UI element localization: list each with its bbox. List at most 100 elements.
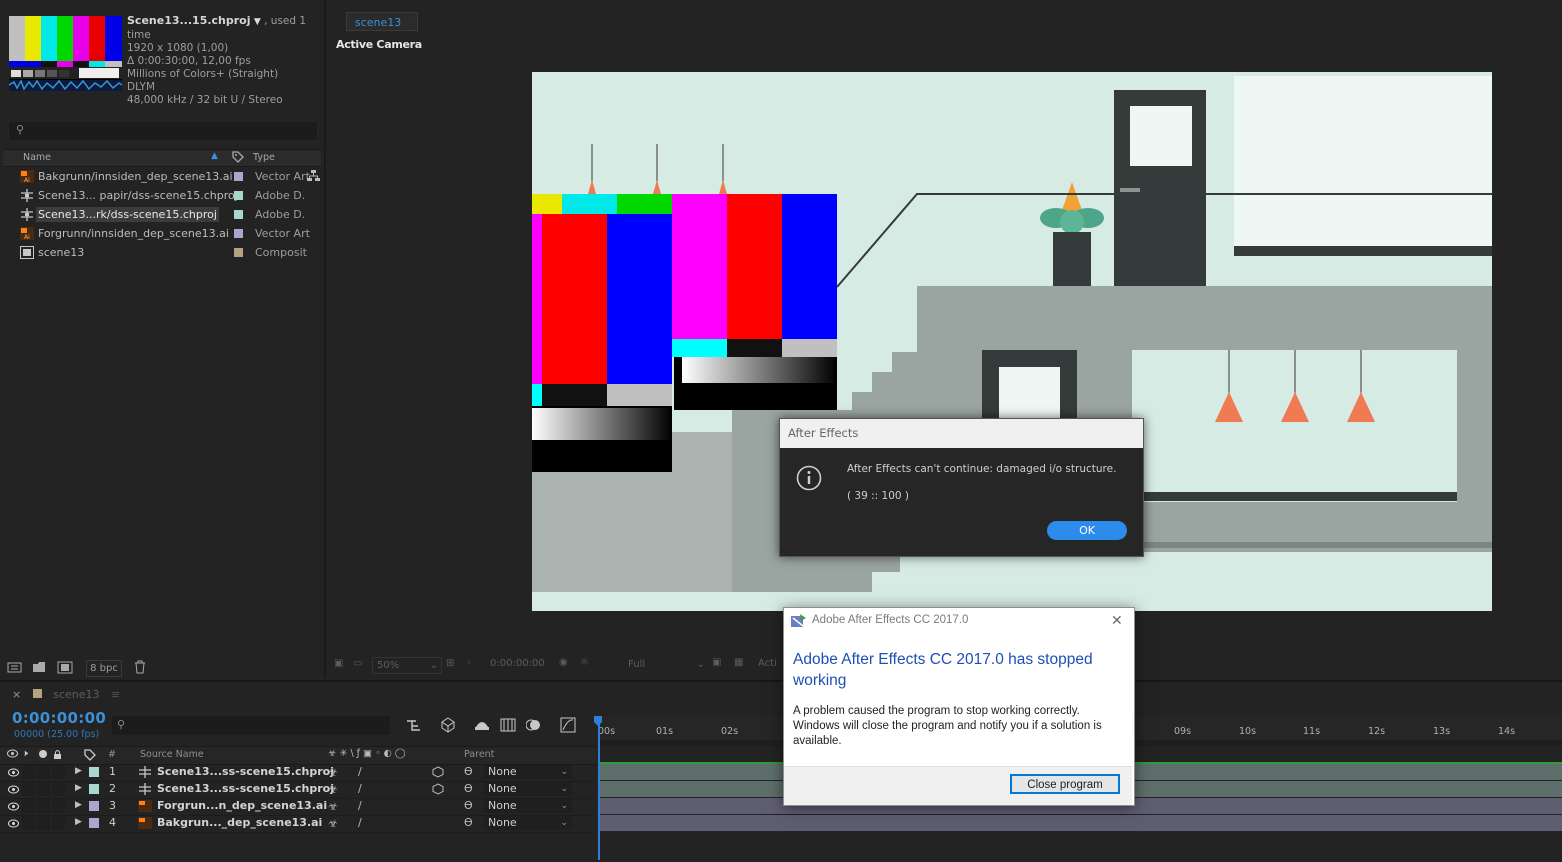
pick-whip-icon[interactable]: ϴ — [464, 799, 473, 812]
timeline-tab[interactable]: × scene13 ≡ — [12, 688, 120, 701]
label-color-swatch[interactable] — [234, 248, 243, 257]
close-program-button[interactable]: Close program — [1010, 774, 1120, 794]
layer-duration-bar[interactable] — [600, 815, 1562, 831]
collapse-switch-icon[interactable]: ☣ — [328, 817, 338, 830]
label-color-swatch[interactable] — [234, 229, 243, 238]
close-icon[interactable]: × — [12, 688, 21, 701]
layer-color-swatch[interactable] — [89, 784, 99, 794]
transparency-grid-icon[interactable]: ▦ — [734, 657, 743, 668]
zoom-select[interactable]: 50% ⌄ — [372, 657, 442, 674]
project-item[interactable]: Scene13... papir/dss-scene15.chproj Adob… — [3, 186, 321, 205]
quality-switch-icon[interactable]: ∕ — [358, 765, 362, 778]
layer-row[interactable]: ▶ 4 Bakgrun..._dep_scene13.ai ☣ ∕ ϴ None… — [0, 815, 596, 833]
pick-whip-icon[interactable]: ϴ — [464, 782, 473, 795]
close-icon[interactable]: ✕ — [1111, 612, 1123, 629]
frame-blending-icon[interactable] — [500, 718, 516, 735]
type-column-header[interactable]: Type — [253, 152, 275, 163]
layer-row[interactable]: ▶ 2 Scene13...ss-scene15.chproj ☣ ∕ ϴ No… — [0, 781, 596, 799]
color-channel-icon[interactable]: ⚛ — [580, 657, 589, 668]
project-item-selected[interactable]: Scene13...rk/dss-scene15.chproj Adobe D. — [3, 205, 321, 224]
tab-scene13[interactable]: scene13 — [346, 12, 418, 31]
mask-icon[interactable]: ◦ — [466, 658, 472, 669]
quality-switch-icon[interactable]: ∕ — [358, 782, 362, 795]
layer-color-swatch[interactable] — [89, 767, 99, 777]
sort-ascending-icon[interactable]: ▲ — [211, 151, 218, 161]
collapse-switch-icon[interactable]: ☣ — [328, 766, 338, 779]
project-item[interactable]: Ai Forgrunn/innsiden_dep_scene13.ai Vect… — [3, 224, 321, 243]
chevron-down-icon[interactable]: ▼ — [254, 17, 261, 27]
audio-toggle[interactable] — [22, 799, 35, 813]
parent-header[interactable]: Parent — [464, 749, 494, 760]
speaker-icon[interactable]: 🕨 — [22, 748, 28, 759]
eye-icon[interactable] — [8, 767, 19, 777]
layer-row[interactable]: ▶ 3 Forgrun...n_dep_scene13.ai ☣ ∕ ϴ Non… — [0, 798, 596, 816]
shy-layers-icon[interactable] — [474, 718, 490, 735]
region-of-interest-icon[interactable]: ▣ — [712, 657, 721, 668]
bit-depth-button[interactable]: 8 bpc — [86, 660, 122, 677]
eye-icon[interactable] — [8, 801, 19, 811]
snapshot-icon[interactable]: ▣ — [334, 658, 343, 669]
graph-editor-icon[interactable] — [560, 717, 576, 736]
3d-layer-icon[interactable] — [432, 766, 444, 781]
playhead[interactable] — [598, 716, 600, 860]
trash-icon[interactable] — [134, 660, 146, 677]
parent-select[interactable]: None ⌄ — [484, 799, 572, 813]
lock-icon[interactable] — [53, 749, 62, 763]
interpret-footage-icon[interactable] — [7, 661, 23, 677]
solo-toggle[interactable] — [37, 816, 50, 830]
project-item[interactable]: Ai Bakgrunn/innsiden_dep_scene13.ai Vect… — [3, 167, 321, 186]
expand-triangle-icon[interactable]: ▶ — [75, 783, 82, 793]
collapse-switch-icon[interactable]: ☣ — [328, 783, 338, 796]
monitor-icon[interactable]: ▭ — [353, 658, 362, 669]
label-color-swatch[interactable] — [234, 210, 243, 219]
lock-toggle[interactable] — [52, 816, 65, 830]
lock-toggle[interactable] — [52, 765, 65, 779]
view-select[interactable]: Acti — [758, 658, 777, 669]
lock-toggle[interactable] — [52, 799, 65, 813]
project-title[interactable]: Scene13...15.chproj — [127, 14, 251, 27]
timeline-search-input[interactable]: ⚲ — [112, 716, 390, 735]
timecode-display[interactable]: 0:00:00:00 — [12, 709, 106, 727]
name-column-header[interactable]: Name — [23, 152, 51, 163]
layer-name[interactable]: Scene13...ss-scene15.chproj — [157, 782, 334, 795]
current-time-field[interactable]: 0:00:00:00 — [490, 658, 545, 669]
label-tag-icon[interactable] — [84, 749, 96, 764]
project-search-input[interactable]: ⚲ — [8, 121, 318, 141]
resolution-select[interactable]: Full ⌄ — [624, 657, 708, 672]
solo-toggle[interactable] — [37, 765, 50, 779]
expand-triangle-icon[interactable]: ▶ — [75, 766, 82, 776]
collapse-switch-icon[interactable]: ☣ — [328, 800, 338, 813]
composition-flowchart-icon[interactable] — [406, 718, 422, 735]
eye-icon[interactable] — [7, 749, 18, 761]
flowchart-icon[interactable] — [307, 170, 320, 185]
guides-icon[interactable]: ⊞ — [446, 658, 454, 669]
menu-icon[interactable]: ≡ — [111, 688, 120, 701]
layer-color-swatch[interactable] — [89, 818, 99, 828]
layer-row[interactable]: ▶ 1 Scene13...ss-scene15.chproj ☣ ∕ ϴ No… — [0, 764, 596, 782]
label-color-swatch[interactable] — [234, 172, 243, 181]
solo-icon[interactable] — [39, 750, 47, 758]
layer-name[interactable]: Forgrun...n_dep_scene13.ai — [157, 799, 327, 812]
parent-select[interactable]: None ⌄ — [484, 816, 572, 830]
quality-switch-icon[interactable]: ∕ — [358, 816, 362, 829]
layer-name[interactable]: Scene13...ss-scene15.chproj — [157, 765, 334, 778]
camera-snapshot-icon[interactable]: ◉ — [559, 657, 568, 668]
project-item[interactable]: scene13 Composit — [3, 243, 321, 262]
audio-toggle[interactable] — [22, 816, 35, 830]
label-tag-icon[interactable] — [232, 151, 244, 163]
layer-name[interactable]: Bakgrun..._dep_scene13.ai — [157, 816, 322, 829]
audio-toggle[interactable] — [22, 765, 35, 779]
quality-switch-icon[interactable]: ∕ — [358, 799, 362, 812]
eye-icon[interactable] — [8, 784, 19, 794]
solo-toggle[interactable] — [37, 799, 50, 813]
source-name-header[interactable]: Source Name — [140, 749, 204, 760]
parent-select[interactable]: None ⌄ — [484, 782, 572, 796]
new-folder-icon[interactable] — [32, 661, 47, 677]
solo-toggle[interactable] — [37, 782, 50, 796]
layer-color-swatch[interactable] — [89, 801, 99, 811]
3d-layer-icon[interactable] — [432, 783, 444, 798]
ok-button[interactable]: OK — [1047, 521, 1127, 540]
draft-3d-icon[interactable] — [440, 717, 456, 736]
lock-toggle[interactable] — [52, 782, 65, 796]
parent-select[interactable]: None ⌄ — [484, 765, 572, 779]
